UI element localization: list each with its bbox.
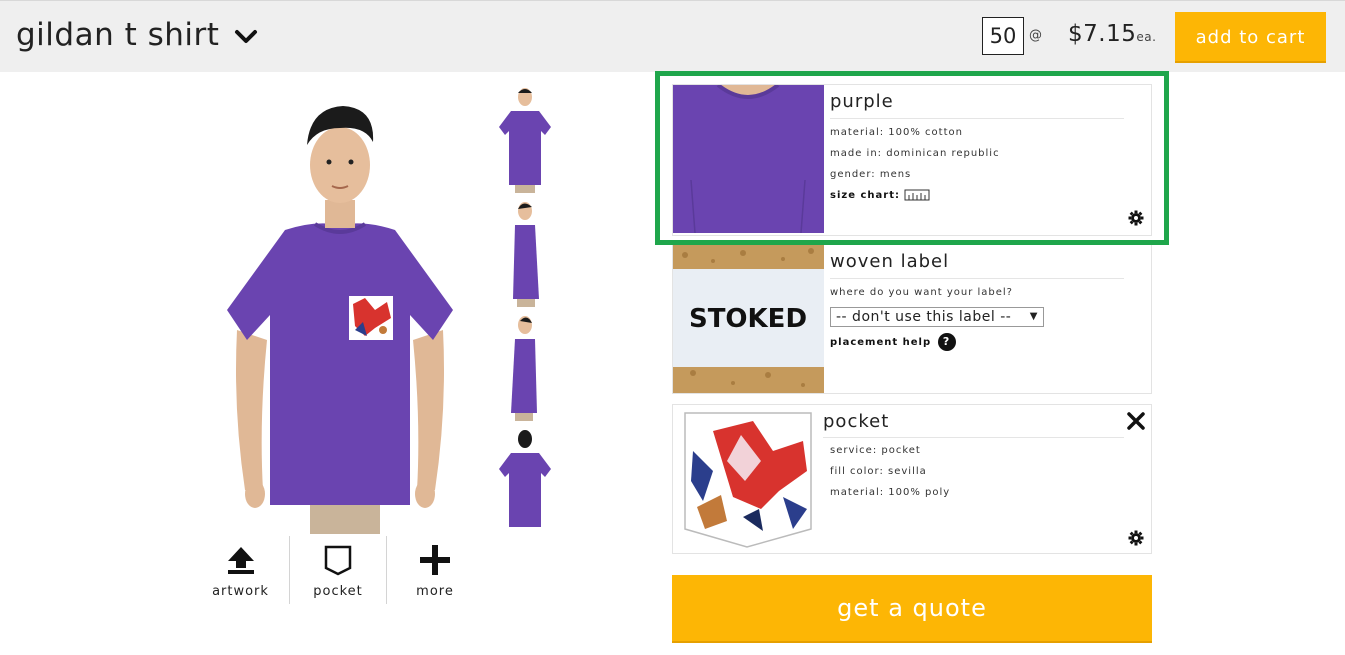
pocket-service-text: service: pocket (830, 445, 921, 456)
chevron-down-icon[interactable] (234, 25, 258, 49)
thumbnail-front[interactable] (493, 85, 557, 193)
more-tool[interactable]: more (386, 536, 483, 604)
pocket-material-text: material: 100% poly (830, 487, 951, 498)
pocket-fill-color-text: fill color: sevilla (830, 466, 927, 477)
header-bar: gildan t shirt 50 @ $7.15ea. add to cart (0, 0, 1345, 72)
material-text: material: 100% cotton (830, 127, 963, 138)
plus-icon (420, 545, 450, 575)
upload-icon (227, 547, 254, 574)
placement-help-link[interactable]: placement help ? (830, 333, 956, 351)
artwork-label: artwork (212, 584, 269, 599)
woven-label-image: STOKED (673, 245, 824, 393)
thumbnail-side-right[interactable] (493, 199, 557, 307)
pocket-option-card: pocket service: pocket fill color: sevil… (672, 404, 1152, 554)
thumbnail-list (493, 85, 557, 541)
size-chart-link[interactable]: size chart: (830, 189, 930, 201)
woven-label-card: STOKED woven label where do you want you… (672, 244, 1152, 394)
label-question: where do you want your label? (830, 287, 1013, 298)
quantity-input[interactable]: 50 (982, 17, 1024, 55)
size-chart-label: size chart: (830, 190, 900, 201)
gear-icon[interactable] (1128, 530, 1144, 546)
divider (830, 278, 1124, 279)
made-in-text: made in: dominican republic (830, 148, 1000, 159)
color-option-card[interactable]: purple material: 100% cotton made in: do… (672, 84, 1152, 236)
color-name: purple (830, 91, 894, 112)
question-icon[interactable]: ? (937, 333, 956, 351)
product-main-image (227, 106, 453, 534)
divider (830, 118, 1124, 119)
thumbnail-back[interactable] (493, 427, 557, 535)
get-quote-button[interactable]: get a quote (672, 575, 1152, 643)
price-suffix: ea. (1136, 30, 1157, 44)
pocket-title: pocket (823, 411, 890, 432)
label-title: woven label (830, 251, 950, 272)
ruler-icon (904, 189, 930, 201)
add-to-cart-button[interactable]: add to cart (1175, 12, 1326, 63)
price-value: $7.15 (1068, 21, 1137, 47)
pocket-fabric-image (684, 412, 812, 548)
color-swatch-image (673, 85, 824, 233)
placement-help-label: placement help (830, 337, 932, 348)
thumbnail-side-left[interactable] (493, 313, 557, 421)
divider (823, 437, 1124, 438)
artwork-tool[interactable]: artwork (192, 536, 289, 604)
product-title: gildan t shirt (16, 17, 220, 53)
pocket-icon (324, 545, 352, 576)
select-value: -- don't use this label -- (836, 309, 1012, 325)
pocket-tool[interactable]: pocket (289, 536, 386, 604)
unit-price: $7.15ea. (1068, 21, 1156, 47)
woven-label-text: STOKED (689, 304, 807, 334)
customization-tools: artwork pocket more (192, 536, 483, 604)
pocket-label: pocket (313, 584, 363, 599)
at-sign: @ (1029, 28, 1042, 43)
close-icon[interactable] (1126, 411, 1146, 431)
gear-icon[interactable] (1128, 210, 1144, 226)
more-label: more (416, 584, 454, 599)
label-placement-select[interactable]: -- don't use this label -- ▼ (830, 307, 1044, 327)
gender-text: gender: mens (830, 169, 912, 180)
dropdown-arrow-icon: ▼ (1029, 311, 1038, 322)
